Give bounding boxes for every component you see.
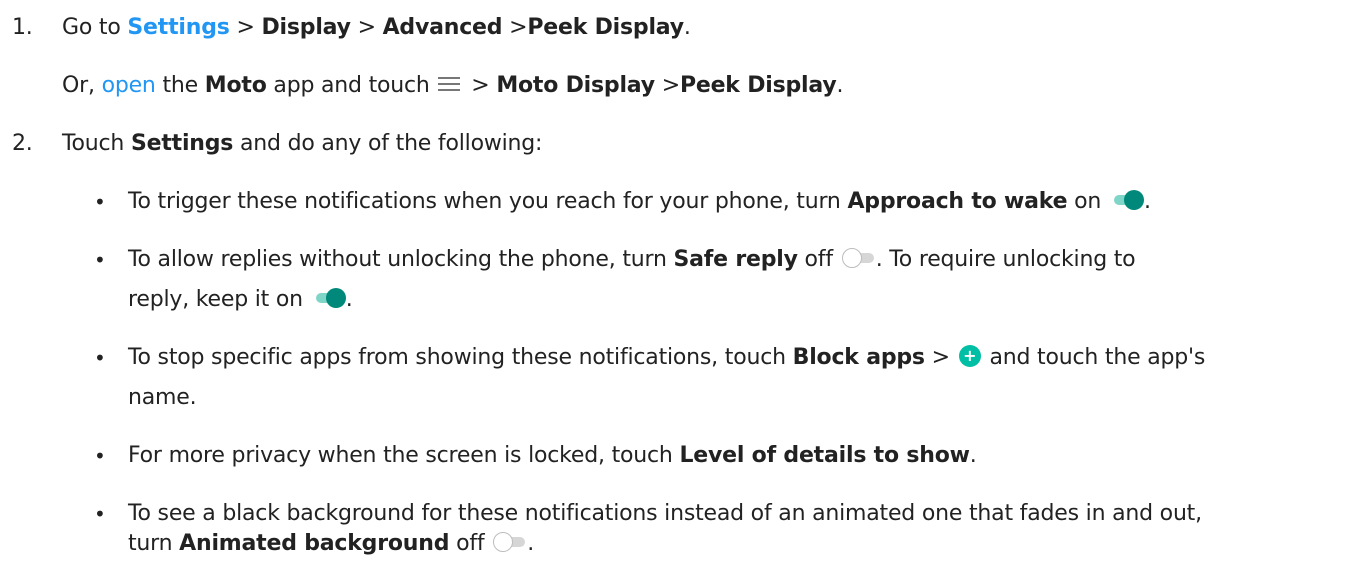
menu-icon bbox=[438, 77, 461, 91]
period: . bbox=[345, 287, 353, 312]
instructions-document: 1. Go to Settings > Display > Advanced >… bbox=[0, 0, 1365, 569]
bullet-1-text: To trigger these notifications when you … bbox=[128, 188, 1151, 216]
off-text: off bbox=[804, 247, 834, 272]
bullet-4-text: For more privacy when the screen is lock… bbox=[128, 442, 977, 470]
animated-background-label: Animated background bbox=[179, 531, 450, 556]
touch-text: Touch bbox=[62, 131, 125, 156]
go-to-text: Go to bbox=[62, 15, 121, 40]
level-of-details-label: Level of details to show bbox=[679, 443, 970, 468]
block-apps-label: Block apps bbox=[792, 345, 925, 370]
bullet-5-text: To see a black background for these noti… bbox=[128, 501, 1202, 526]
bullet-2-text: To allow replies without unlocking the p… bbox=[128, 246, 1136, 274]
bullet-1: • bbox=[94, 190, 106, 214]
bullet-2-line2-text: reply, keep it on bbox=[128, 287, 303, 312]
bullet-2-pre: To allow replies without unlocking the p… bbox=[128, 247, 667, 272]
settings-link[interactable]: Settings bbox=[127, 15, 229, 40]
toggle-on-icon bbox=[312, 287, 346, 309]
approach-to-wake-label: Approach to wake bbox=[847, 189, 1068, 214]
bullet-3-post: and touch the app's bbox=[989, 345, 1206, 370]
separator: > bbox=[236, 15, 255, 40]
bullet-4-pre: For more privacy when the screen is lock… bbox=[128, 443, 673, 468]
step-number-2: 2. bbox=[12, 131, 33, 156]
moto-app-label: Moto bbox=[204, 73, 267, 98]
bullet-5-line-2: turn Animated background off . bbox=[128, 530, 534, 558]
turn-text: turn bbox=[128, 531, 173, 556]
bullet-1-pre: To trigger these notifications when you … bbox=[128, 189, 841, 214]
step-number-1: 1. bbox=[12, 15, 33, 40]
separator: > bbox=[471, 73, 490, 98]
step-1-text: Go to Settings > Display > Advanced >Pee… bbox=[62, 14, 691, 42]
peek-display-label-2: Peek Display bbox=[679, 73, 837, 98]
off-text: off bbox=[456, 531, 485, 556]
bullet-3-pre: To stop specific apps from showing these… bbox=[128, 345, 786, 370]
separator: > bbox=[661, 73, 680, 98]
step-1-alt-text: Or, open the Moto app and touch > Moto D… bbox=[62, 72, 843, 100]
step-2-rest-text: and do any of the following: bbox=[240, 131, 543, 156]
period: . bbox=[527, 531, 535, 556]
toggle-off-icon bbox=[841, 247, 876, 269]
bullet-2-line-2: reply, keep it on . bbox=[128, 286, 353, 314]
the-text: the bbox=[162, 73, 198, 98]
bullet-3: • bbox=[94, 346, 106, 370]
peek-display-label: Peek Display bbox=[527, 15, 684, 40]
settings-label: Settings bbox=[130, 131, 234, 156]
safe-reply-label: Safe reply bbox=[673, 247, 798, 272]
separator: > bbox=[931, 345, 950, 370]
advanced-label: Advanced bbox=[382, 15, 503, 40]
app-touch-text: app and touch bbox=[273, 73, 430, 98]
step-2-text: Touch Settings and do any of the followi… bbox=[62, 130, 542, 158]
bullet-2-mid: . To require unlocking to bbox=[875, 247, 1136, 272]
toggle-on-icon bbox=[1110, 189, 1144, 211]
bullet-2: • bbox=[94, 248, 106, 272]
or-text: Or, bbox=[62, 73, 95, 98]
open-link[interactable]: open bbox=[102, 73, 156, 98]
display-label: Display bbox=[261, 15, 351, 40]
bullet-3-text: To stop specific apps from showing these… bbox=[128, 344, 1205, 372]
moto-display-label: Moto Display bbox=[496, 73, 655, 98]
bullet-3-line-2: name. bbox=[128, 385, 197, 410]
toggle-off-icon bbox=[493, 531, 527, 553]
separator: > bbox=[357, 15, 376, 40]
period: . bbox=[969, 443, 977, 468]
period: . bbox=[683, 15, 691, 40]
separator: > bbox=[509, 15, 528, 40]
bullet-4: • bbox=[94, 444, 106, 468]
bullet-5: • bbox=[94, 502, 106, 526]
add-plus-icon: + bbox=[958, 345, 981, 367]
period: . bbox=[836, 73, 844, 98]
on-text: on bbox=[1074, 189, 1102, 214]
period: . bbox=[1143, 189, 1151, 214]
